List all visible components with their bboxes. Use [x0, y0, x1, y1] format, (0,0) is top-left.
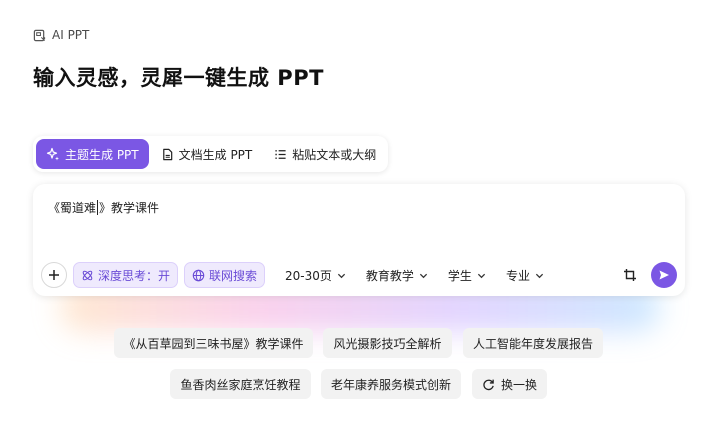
audience-value: 学生: [447, 268, 472, 283]
page-title: 输入灵感，灵犀一键生成 PPT: [33, 66, 324, 90]
tab-label: 文档生成 PPT: [178, 147, 253, 162]
prompt-text-after: 》教学课件: [99, 201, 160, 215]
suggestion-chip[interactable]: 人工智能年度发展报告: [463, 328, 603, 358]
suggestion-chip[interactable]: 风光摄影技巧全解析: [323, 328, 452, 358]
tab-topic-ppt[interactable]: 主题生成 PPT: [36, 139, 149, 169]
tab-paste-outline[interactable]: 粘贴文本或大纲: [264, 139, 386, 169]
chevron-down-icon: [535, 273, 544, 278]
tab-label: 主题生成 PPT: [65, 147, 139, 162]
deep-think-label: 深度思考：开: [98, 268, 171, 283]
web-search-toggle[interactable]: 联网搜索: [184, 262, 266, 288]
send-button[interactable]: [651, 262, 677, 288]
chevron-down-icon: [477, 273, 486, 278]
send-icon: [659, 270, 669, 280]
suggestion-label: 人工智能年度发展报告: [473, 336, 594, 351]
suggestion-label: 风光摄影技巧全解析: [333, 336, 442, 351]
chevron-down-icon: [337, 273, 346, 278]
suggestion-chip[interactable]: 《从百草园到三味书屋》教学课件: [114, 328, 313, 358]
suggestion-label: 鱼香肉丝家庭烹饪教程: [180, 377, 301, 392]
prompt-toolbar: 深度思考：开 联网搜索 20-30页 教育教学 学生 专业: [41, 261, 677, 289]
deep-think-toggle[interactable]: 深度思考：开: [73, 262, 179, 288]
suggestion-chip[interactable]: 老年康养服务模式创新: [321, 369, 461, 399]
document-icon: [162, 148, 172, 160]
crop-button[interactable]: [619, 264, 641, 286]
mode-tabs: 主题生成 PPT 文档生成 PPT 粘贴文本或大纲: [33, 136, 388, 172]
suggestion-label: 老年康养服务模式创新: [331, 377, 452, 392]
page-count-select[interactable]: 20-30页: [285, 267, 346, 284]
refresh-icon: [483, 379, 494, 390]
ppt-doc-icon: [33, 29, 46, 41]
tab-label: 粘贴文本或大纲: [292, 147, 377, 162]
scene-value: 教育教学: [365, 268, 414, 283]
refresh-button[interactable]: 换一换: [472, 369, 547, 399]
style-select[interactable]: 专业: [506, 267, 544, 284]
list-icon: [275, 149, 286, 159]
style-value: 专业: [505, 268, 530, 283]
breadcrumb-label: AI PPT: [52, 28, 90, 42]
breadcrumb: AI PPT: [33, 28, 89, 42]
suggestion-label: 《从百草园到三味书屋》教学课件: [123, 336, 304, 351]
prompt-card: 《蜀道难 》教学课件 深度思考：开 联网搜索 20-30页 教育教学 学生 专业: [33, 184, 685, 296]
crop-icon: [624, 269, 636, 281]
prompt-input[interactable]: 《蜀道难 》教学课件: [48, 199, 159, 216]
web-search-label: 联网搜索: [209, 268, 258, 283]
prompt-text-before: 《蜀道难: [48, 201, 97, 215]
page-count-value: 20-30页: [285, 268, 332, 283]
globe-icon: [192, 269, 205, 281]
atom-icon: [82, 270, 93, 280]
tab-document-ppt[interactable]: 文档生成 PPT: [151, 139, 263, 169]
scene-select[interactable]: 教育教学: [366, 267, 428, 284]
plus-icon: [49, 270, 59, 280]
sparkle-icon: [46, 147, 59, 161]
refresh-label: 换一换: [500, 377, 537, 392]
add-button[interactable]: [41, 262, 67, 288]
suggestion-chip[interactable]: 鱼香肉丝家庭烹饪教程: [170, 369, 311, 399]
chevron-down-icon: [419, 273, 428, 278]
audience-select[interactable]: 学生: [448, 267, 486, 284]
text-caret: [97, 200, 99, 215]
